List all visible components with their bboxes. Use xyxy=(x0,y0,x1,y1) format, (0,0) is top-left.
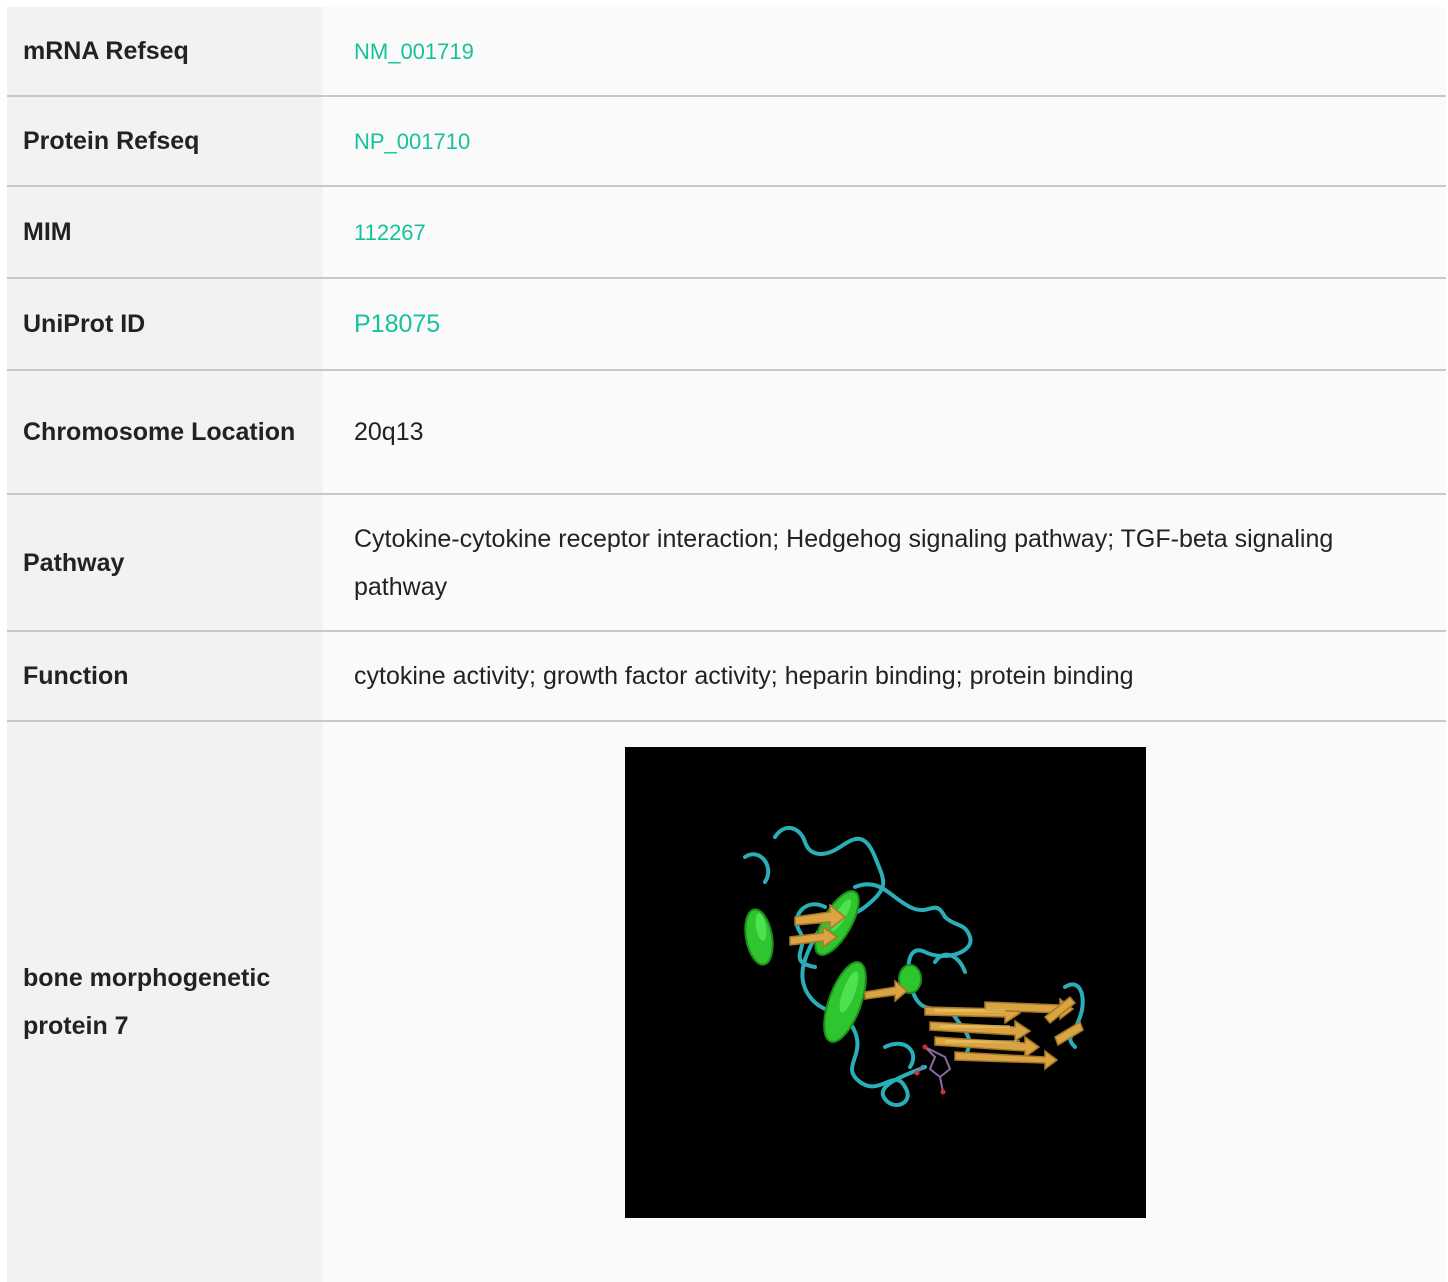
table-row: UniProt ID P18075 xyxy=(7,278,1446,371)
uniprot-link[interactable]: P18075 xyxy=(354,310,440,338)
row-value-protein-refseq: NP_001710 xyxy=(323,96,1446,187)
row-label-protein-refseq: Protein Refseq xyxy=(7,96,323,187)
row-value-chromosome-location: 20q13 xyxy=(323,370,1446,495)
table-row: bone morphogenetic protein 7 xyxy=(7,721,1446,1282)
gene-info-table: mRNA Refseq NM_001719 Protein Refseq NP_… xyxy=(7,7,1446,1282)
table-row: MIM 112267 xyxy=(7,186,1446,279)
row-label-function: Function xyxy=(7,631,323,722)
protein-refseq-link[interactable]: NP_001710 xyxy=(354,129,470,154)
mrna-refseq-link[interactable]: NM_001719 xyxy=(354,39,474,64)
row-value-mim: 112267 xyxy=(323,186,1446,279)
row-label-mrna-refseq: mRNA Refseq xyxy=(7,7,323,97)
table-row: Protein Refseq NP_001710 xyxy=(7,96,1446,187)
protein-structure-image xyxy=(625,747,1146,1218)
row-label-chromosome-location: Chromosome Location xyxy=(7,370,323,495)
row-value-mrna-refseq: NM_001719 xyxy=(323,7,1446,97)
mim-link[interactable]: 112267 xyxy=(354,220,426,245)
row-label-gene-name: bone morphogenetic protein 7 xyxy=(7,721,323,1282)
table-row: Function cytokine activity; growth facto… xyxy=(7,631,1446,722)
table-row: mRNA Refseq NM_001719 xyxy=(7,7,1446,97)
protein-ribbon-graphic xyxy=(625,747,1146,1218)
row-label-mim: MIM xyxy=(7,186,323,279)
row-value-function: cytokine activity; growth factor activit… xyxy=(323,631,1446,722)
row-label-pathway: Pathway xyxy=(7,494,323,632)
table-row: Pathway Cytokine-cytokine receptor inter… xyxy=(7,494,1446,632)
row-value-pathway: Cytokine-cytokine receptor interaction; … xyxy=(323,494,1446,632)
row-value-structure xyxy=(323,721,1446,1282)
row-label-uniprot-id: UniProt ID xyxy=(7,278,323,371)
table-row: Chromosome Location 20q13 xyxy=(7,370,1446,495)
row-value-uniprot-id: P18075 xyxy=(323,278,1446,371)
